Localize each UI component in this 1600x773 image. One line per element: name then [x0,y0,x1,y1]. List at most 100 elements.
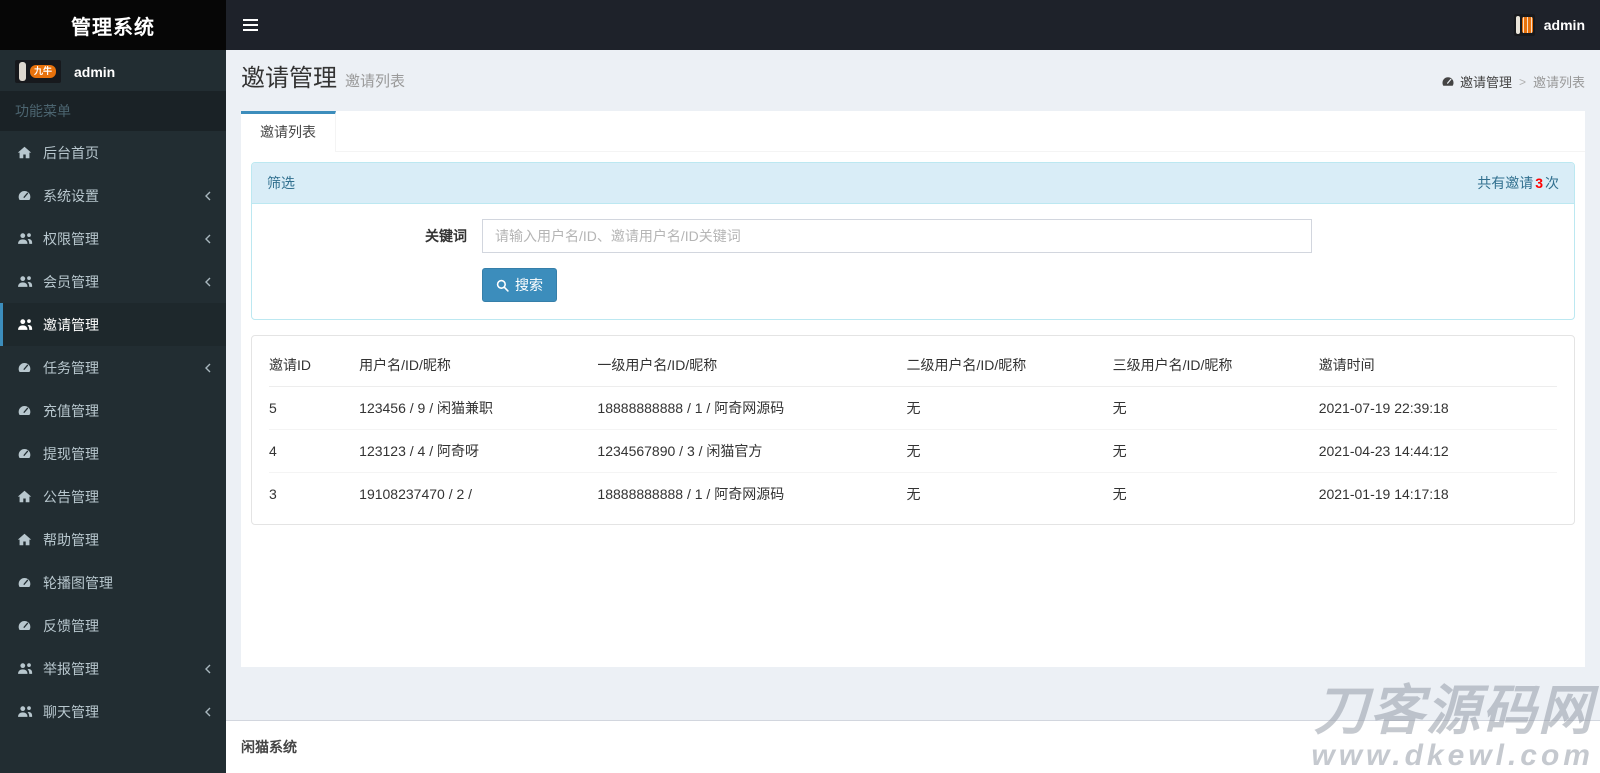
page-title: 邀请管理 邀请列表 [241,65,406,92]
page-footer: 闲猫系统 [226,720,1600,773]
sidebar-user-panel[interactable]: 九牛 admin [0,50,226,91]
table-cell: 5 [269,386,360,430]
column-header: 三级用户名/ID/昵称 [1112,344,1319,387]
table-cell: 4 [269,429,360,473]
column-header: 邀请时间 [1318,344,1557,387]
sidebar-item-1[interactable]: 系统设置 [0,174,226,217]
sidebar-item-0[interactable]: 后台首页 [0,131,226,174]
table-cell: 18888888888 / 1 / 阿奇网源码 [597,472,907,515]
sidebar-item-8[interactable]: 公告管理 [0,475,226,518]
home-icon [15,490,34,503]
sidebar-item-9[interactable]: 帮助管理 [0,518,226,561]
gauge-icon [15,404,34,417]
sidebar-menu: 后台首页系统设置权限管理会员管理邀请管理任务管理充值管理提现管理公告管理帮助管理… [0,131,226,733]
sidebar-item-label: 充值管理 [43,402,99,419]
user-menu[interactable]: admin [1513,14,1600,36]
table-cell: 123456 / 9 / 闲猫兼职 [359,386,598,430]
sidebar-item-label: 系统设置 [43,187,99,204]
sidebar-section-header: 功能菜单 [0,91,226,131]
breadcrumb-root-link[interactable]: 邀请管理 [1441,72,1512,91]
sidebar-username: admin [74,63,116,80]
search-button[interactable]: 搜索 [482,268,557,302]
invite-table: 邀请ID 用户名/ID/昵称 一级用户名/ID/昵称 二级用户名/ID/昵称 三级用户名… [269,344,1557,515]
tab-content: 筛选 共有邀请 3 次 关键词 请输入用户名/ID、邀请用户名/ID关键词 搜索… [241,152,1585,667]
topbar: 管理系统 admin [0,0,1600,50]
app-logo[interactable]: 管理系统 [0,0,226,50]
home-icon [15,146,34,159]
sidebar-item-10[interactable]: 轮播图管理 [0,561,226,604]
chevron-left-icon [205,191,211,201]
page-subtitle: 邀请列表 [345,73,406,90]
app-title: 管理系统 [71,16,155,39]
sidebar: 九牛 admin 功能菜单 后台首页系统设置权限管理会员管理邀请管理任务管理充值… [0,50,226,773]
column-header: 一级用户名/ID/昵称 [597,344,907,387]
table-header-row: 邀请ID 用户名/ID/昵称 一级用户名/ID/昵称 二级用户名/ID/昵称 三级用户名… [269,344,1557,387]
gauge-icon [15,619,34,632]
tab-invite-list[interactable]: 邀请列表 [241,111,336,152]
gauge-icon [15,361,34,374]
table-cell: 1234567890 / 3 / 闲猫官方 [597,429,907,473]
sidebar-item-label: 提现管理 [43,445,99,462]
sidebar-item-12[interactable]: 举报管理 [0,647,226,690]
hamburger-icon [243,19,258,21]
avatar: 九牛 [15,60,61,83]
table-cell: 无 [906,429,1113,473]
sidebar-item-label: 任务管理 [43,359,99,376]
gauge-icon [15,189,34,202]
sidebar-item-3[interactable]: 会员管理 [0,260,226,303]
chevron-left-icon [205,363,211,373]
search-button-label: 搜索 [515,277,543,293]
sidebar-item-label: 邀请管理 [43,316,99,333]
content-header: 邀请管理 邀请列表 邀请管理 > 邀请列表 [226,50,1600,98]
table-cell: 无 [1112,386,1319,430]
invite-count: 3 [1535,175,1543,191]
avatar-badge: 九牛 [30,65,57,78]
column-header: 邀请ID [269,344,360,387]
column-header: 二级用户名/ID/昵称 [906,344,1113,387]
filter-title: 筛选 [267,175,295,191]
table-cell: 2021-07-19 22:39:18 [1318,386,1557,430]
filter-header: 筛选 共有邀请 3 次 [252,163,1574,204]
avatar [1513,14,1535,36]
table-cell: 2021-04-23 14:44:12 [1318,429,1557,473]
table-cell: 无 [906,472,1113,515]
invite-count-summary: 共有邀请 3 次 [1477,175,1559,191]
chevron-left-icon [205,707,211,717]
users-icon [15,705,34,718]
sidebar-item-7[interactable]: 提现管理 [0,432,226,475]
table-cell: 19108237470 / 2 / [359,472,598,515]
filter-box: 筛选 共有邀请 3 次 关键词 请输入用户名/ID、邀请用户名/ID关键词 搜索 [251,162,1575,320]
sidebar-item-label: 反馈管理 [43,617,99,634]
sidebar-item-label: 权限管理 [43,230,99,247]
sidebar-item-4[interactable]: 邀请管理 [0,303,226,346]
sidebar-item-11[interactable]: 反馈管理 [0,604,226,647]
sidebar-toggle-button[interactable] [226,0,258,50]
sidebar-item-13[interactable]: 聊天管理 [0,690,226,733]
sidebar-item-5[interactable]: 任务管理 [0,346,226,389]
table-cell: 3 [269,472,360,515]
sidebar-item-label: 后台首页 [43,144,99,161]
chevron-left-icon [205,234,211,244]
users-icon [15,662,34,675]
gauge-icon [1441,75,1455,88]
footer-text: 闲猫系统 [241,739,297,755]
sidebar-item-label: 会员管理 [43,273,99,290]
users-icon [15,232,34,245]
sidebar-item-2[interactable]: 权限管理 [0,217,226,260]
table-cell: 无 [906,386,1113,430]
table-cell: 123123 / 4 / 阿奇呀 [359,429,598,473]
table-cell: 无 [1112,429,1319,473]
invite-table-box: 邀请ID 用户名/ID/昵称 一级用户名/ID/昵称 二级用户名/ID/昵称 三级用户名… [251,335,1575,525]
sidebar-item-label: 帮助管理 [43,531,99,548]
table-row: 3 19108237470 / 2 /18888888888 / 1 / 阿奇网源… [269,472,1557,515]
chevron-left-icon [205,664,211,674]
search-icon [496,279,509,292]
table-row: 5 123456 / 9 / 闲猫兼职 18888888888 / 1 / 阿奇网源… [269,386,1557,430]
sidebar-item-label: 公告管理 [43,488,99,505]
content-area: 邀请管理 邀请列表 邀请管理 > 邀请列表 邀请列表 筛选 共有邀请 3 次 关… [226,50,1600,773]
column-header: 用户名/ID/昵称 [359,344,598,387]
table-cell: 18888888888 / 1 / 阿奇网源码 [597,386,907,430]
keyword-input[interactable] [482,219,1312,253]
sidebar-item-6[interactable]: 充值管理 [0,389,226,432]
gauge-icon [15,576,34,589]
